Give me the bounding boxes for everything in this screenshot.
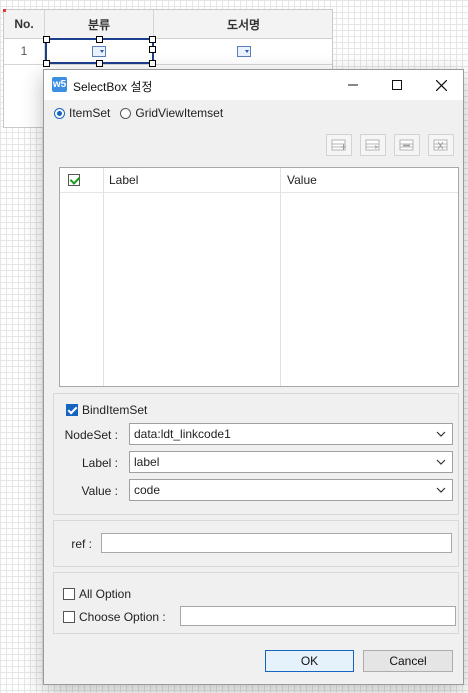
grid-header-category[interactable]: 분류: [45, 10, 154, 38]
grid-header-no[interactable]: No.: [4, 10, 45, 38]
ref-label: ref :: [71, 537, 92, 551]
delete-row-icon: [399, 139, 414, 151]
resize-handle[interactable]: [43, 36, 50, 43]
resize-handle[interactable]: [149, 60, 156, 67]
choose-option-label[interactable]: Choose Option :: [79, 610, 166, 624]
itemset-table[interactable]: Label Value: [59, 167, 459, 387]
ref-input[interactable]: [101, 533, 452, 553]
cancel-button[interactable]: Cancel: [363, 650, 453, 672]
resize-handle[interactable]: [149, 46, 156, 53]
grid-header: No. 분류 도서명: [4, 10, 332, 39]
resize-handle[interactable]: [96, 60, 103, 67]
select-all-checkbox[interactable]: [68, 174, 80, 186]
binditemset-group: BindItemSet NodeSet : data:ldt_linkcode1…: [53, 393, 459, 515]
all-option-row: All Option: [63, 587, 131, 601]
chevron-down-icon: [436, 459, 446, 465]
app-icon: w5: [52, 77, 67, 92]
grid-row[interactable]: 1: [4, 38, 332, 65]
maximize-button[interactable]: [375, 70, 419, 100]
column-header-label[interactable]: Label: [109, 173, 138, 187]
resize-handle[interactable]: [43, 60, 50, 67]
insert-row-icon: [365, 139, 380, 151]
options-group: All Option Choose Option :: [53, 572, 459, 634]
minimize-button[interactable]: [331, 70, 375, 100]
itemset-table-header: Label Value: [60, 168, 458, 193]
choose-option-input[interactable]: [180, 606, 456, 626]
resize-handle[interactable]: [96, 36, 103, 43]
radio-gridviewitemset-label[interactable]: GridViewItemset: [135, 106, 223, 120]
value-select-value: code: [134, 483, 161, 497]
resize-handle[interactable]: [149, 36, 156, 43]
itemset-mode-radios: ItemSet GridViewItemset: [54, 106, 229, 120]
grid-cell-title-selectbox[interactable]: [154, 38, 333, 64]
ok-button[interactable]: OK: [265, 650, 354, 672]
all-option-label[interactable]: All Option: [79, 587, 131, 601]
label-select-value: label: [134, 455, 160, 469]
column-divider: [280, 168, 281, 386]
label-select[interactable]: label: [129, 451, 453, 473]
all-option-checkbox[interactable]: [63, 588, 75, 600]
value-select[interactable]: code: [129, 479, 453, 501]
nodeset-label: NodeSet :: [64, 428, 118, 442]
choose-option-checkbox[interactable]: [63, 611, 75, 623]
add-row-icon: [331, 139, 346, 151]
maximize-icon: [392, 80, 402, 90]
insert-row-button[interactable]: [360, 134, 386, 156]
close-icon: [435, 79, 447, 91]
chevron-down-icon: [436, 431, 446, 437]
corner-marker: [3, 9, 6, 12]
dialog-title: SelectBox 설정: [73, 80, 153, 94]
delete-row-button[interactable]: [394, 134, 420, 156]
radio-itemset[interactable]: [54, 107, 65, 119]
radio-itemset-label[interactable]: ItemSet: [69, 106, 110, 120]
value-field-label: Value :: [81, 484, 118, 498]
choose-option-row: Choose Option :: [63, 610, 166, 624]
selectbox-settings-dialog: w5 SelectBox 설정 ItemSet GridViewItemset: [43, 69, 464, 685]
close-button[interactable]: [419, 70, 463, 100]
grid-row-number: 1: [4, 38, 45, 64]
ref-group: ref :: [53, 520, 459, 567]
label-field-label: Label :: [81, 456, 118, 470]
binditemset-checkbox[interactable]: [66, 404, 78, 416]
binditemset-row: BindItemSet: [66, 403, 147, 417]
column-divider: [103, 168, 104, 386]
item-toolbar: [326, 134, 454, 156]
nodeset-select[interactable]: data:ldt_linkcode1: [129, 423, 453, 445]
selectbox-icon: [92, 45, 106, 57]
grid-header-book-title[interactable]: 도서명: [154, 10, 333, 38]
binditemset-label[interactable]: BindItemSet: [82, 403, 147, 417]
chevron-down-icon: [436, 487, 446, 493]
dialog-titlebar[interactable]: w5 SelectBox 설정: [44, 70, 463, 100]
nodeset-value: data:ldt_linkcode1: [134, 427, 231, 441]
clear-rows-button[interactable]: [428, 134, 454, 156]
minimize-icon: [348, 84, 358, 86]
selectbox-icon: [236, 45, 251, 57]
clear-rows-icon: [433, 139, 448, 151]
radio-gridviewitemset[interactable]: [120, 107, 132, 119]
add-row-button[interactable]: [326, 134, 352, 156]
column-header-value[interactable]: Value: [287, 173, 317, 187]
